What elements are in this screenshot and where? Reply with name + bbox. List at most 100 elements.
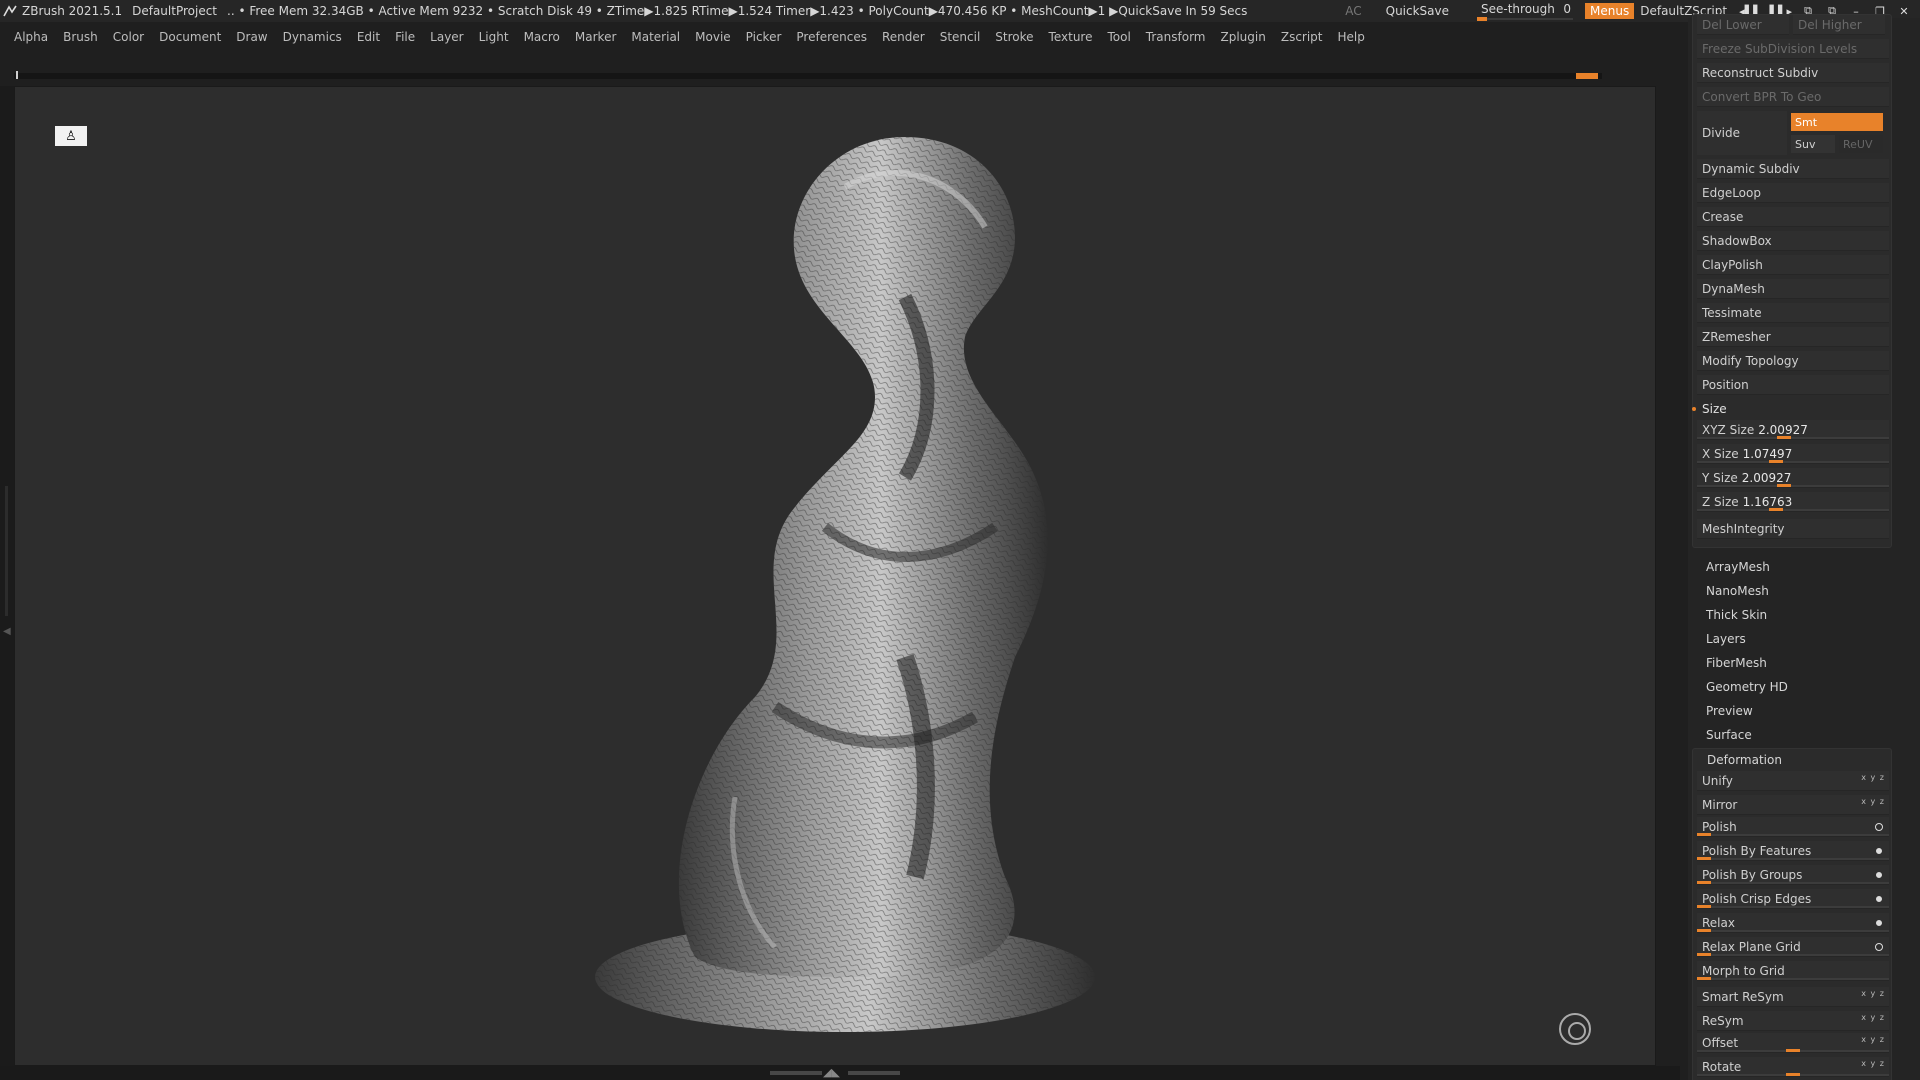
menu-document[interactable]: Document xyxy=(159,30,221,44)
freeze-subdivision-button[interactable]: Freeze SubDivision Levels xyxy=(1697,39,1889,59)
smart-resym-axis-flags[interactable]: x y z xyxy=(1861,989,1885,998)
x-size-slider[interactable]: X Size 1.07497 xyxy=(1697,444,1889,464)
bottom-tray-grip-left[interactable] xyxy=(770,1071,822,1075)
rotate-axis-flags[interactable]: x y z xyxy=(1861,1059,1885,1068)
polish-by-features-slider[interactable]: Polish By Features xyxy=(1697,841,1889,861)
polish-by-features-dot-icon[interactable] xyxy=(1876,848,1882,854)
rotate-slider[interactable]: Rotate x y z xyxy=(1697,1057,1889,1077)
relax-dot-icon[interactable] xyxy=(1876,920,1882,926)
polish-by-groups-slider[interactable]: Polish By Groups xyxy=(1697,865,1889,885)
polish-slider[interactable]: Polish xyxy=(1697,817,1889,837)
menu-draw[interactable]: Draw xyxy=(236,30,267,44)
smart-resym-button[interactable]: Smart ReSym x y z xyxy=(1697,987,1889,1007)
polish-by-groups-dot-icon[interactable] xyxy=(1876,872,1882,878)
divide-button[interactable]: Divide xyxy=(1697,111,1787,155)
timeline-cursor[interactable] xyxy=(16,71,18,79)
subpalette-deformation[interactable]: Deformation xyxy=(1707,753,1782,767)
subpalette-nanomesh[interactable]: NanoMesh xyxy=(1706,584,1769,598)
close-icon[interactable]: ✕ xyxy=(1896,5,1912,18)
timeline-marker[interactable] xyxy=(1576,73,1598,79)
menu-macro[interactable]: Macro xyxy=(524,30,560,44)
del-higher-button[interactable]: Del Higher xyxy=(1793,15,1885,35)
crease-button[interactable]: Crease xyxy=(1697,207,1889,227)
tessimate-button[interactable]: Tessimate xyxy=(1697,303,1889,323)
polish-by-groups-knob[interactable] xyxy=(1697,881,1711,884)
menu-zplugin[interactable]: Zplugin xyxy=(1221,30,1266,44)
z-size-slider[interactable]: Z Size 1.16763 xyxy=(1697,492,1889,512)
subpalette-arraymesh[interactable]: ArrayMesh xyxy=(1706,560,1770,574)
sculpt-model[interactable] xyxy=(575,97,1115,1057)
menu-layer[interactable]: Layer xyxy=(430,30,463,44)
menu-picker[interactable]: Picker xyxy=(746,30,782,44)
relax-knob[interactable] xyxy=(1697,929,1711,932)
unify-button[interactable]: Unify x y z xyxy=(1697,771,1889,791)
bottom-tray-edge[interactable]: ◢◣ xyxy=(0,1066,1680,1080)
see-through-slider[interactable]: See-through 0 xyxy=(1475,0,1575,22)
polish-circle-icon[interactable] xyxy=(1875,823,1883,831)
dynamic-subdiv-button[interactable]: Dynamic Subdiv xyxy=(1697,159,1889,179)
zremesher-button[interactable]: ZRemesher xyxy=(1697,327,1889,347)
dynamesh-button[interactable]: DynaMesh xyxy=(1697,279,1889,299)
relax-slider[interactable]: Relax xyxy=(1697,913,1889,933)
menu-render[interactable]: Render xyxy=(882,30,925,44)
smt-toggle[interactable]: Smt xyxy=(1791,113,1883,131)
relax-plane-grid-slider[interactable]: Relax Plane Grid xyxy=(1697,937,1889,957)
menu-marker[interactable]: Marker xyxy=(575,30,616,44)
menu-help[interactable]: Help xyxy=(1338,30,1365,44)
quicksave-button[interactable]: QuickSave xyxy=(1386,4,1449,18)
menus-toggle-button[interactable]: Menus xyxy=(1585,3,1635,19)
x-size-knob[interactable] xyxy=(1769,460,1783,463)
menu-color[interactable]: Color xyxy=(113,30,144,44)
offset-axis-flags[interactable]: x y z xyxy=(1861,1035,1885,1044)
polish-crisp-edges-dot-icon[interactable] xyxy=(1876,896,1882,902)
menu-light[interactable]: Light xyxy=(479,30,509,44)
reuv-toggle[interactable]: ReUV xyxy=(1839,135,1883,153)
rotate-knob[interactable] xyxy=(1786,1073,1800,1076)
subpalette-preview[interactable]: Preview xyxy=(1706,704,1753,718)
z-size-knob[interactable] xyxy=(1769,508,1783,511)
y-size-slider[interactable]: Y Size 2.00927 xyxy=(1697,468,1889,488)
xyz-size-knob[interactable] xyxy=(1777,436,1791,439)
menu-dynamics[interactable]: Dynamics xyxy=(283,30,342,44)
timeline-track[interactable] xyxy=(14,71,1602,79)
offset-slider[interactable]: Offset x y z xyxy=(1697,1033,1889,1053)
mirror-button[interactable]: Mirror x y z xyxy=(1697,795,1889,815)
claypolish-button[interactable]: ClayPolish xyxy=(1697,255,1889,275)
menu-material[interactable]: Material xyxy=(631,30,680,44)
menu-movie[interactable]: Movie xyxy=(695,30,731,44)
left-tray-grip[interactable] xyxy=(5,486,8,616)
mesh-integrity-button[interactable]: MeshIntegrity xyxy=(1697,519,1889,539)
y-size-knob[interactable] xyxy=(1777,484,1791,487)
subpalette-thick-skin[interactable]: Thick Skin xyxy=(1706,608,1767,622)
menu-zscript[interactable]: Zscript xyxy=(1281,30,1323,44)
menu-alpha[interactable]: Alpha xyxy=(14,30,48,44)
ac-button[interactable]: AC xyxy=(1345,4,1361,18)
relax-plane-grid-circle-icon[interactable] xyxy=(1875,943,1883,951)
menu-stroke[interactable]: Stroke xyxy=(995,30,1033,44)
polish-crisp-edges-knob[interactable] xyxy=(1697,905,1711,908)
offset-knob[interactable] xyxy=(1786,1049,1800,1052)
subpalette-geometry-hd[interactable]: Geometry HD xyxy=(1706,680,1788,694)
menu-preferences[interactable]: Preferences xyxy=(796,30,867,44)
menu-tool[interactable]: Tool xyxy=(1107,30,1130,44)
see-through-knob[interactable] xyxy=(1477,17,1488,21)
subpalette-fibermesh[interactable]: FiberMesh xyxy=(1706,656,1767,670)
bottom-tray-grip-right[interactable] xyxy=(848,1071,900,1075)
relax-plane-grid-knob[interactable] xyxy=(1697,953,1711,956)
polish-by-features-knob[interactable] xyxy=(1697,857,1711,860)
menu-file[interactable]: File xyxy=(395,30,415,44)
menu-transform[interactable]: Transform xyxy=(1146,30,1206,44)
reconstruct-subdiv-button[interactable]: Reconstruct Subdiv xyxy=(1697,63,1889,83)
polish-crisp-edges-slider[interactable]: Polish Crisp Edges xyxy=(1697,889,1889,909)
xyz-size-slider[interactable]: XYZ Size 2.00927 xyxy=(1697,420,1889,440)
polish-knob[interactable] xyxy=(1697,833,1711,836)
unify-axis-flags[interactable]: x y z xyxy=(1861,773,1885,782)
modify-topology-button[interactable]: Modify Topology xyxy=(1697,351,1889,371)
menu-brush[interactable]: Brush xyxy=(63,30,98,44)
suv-toggle[interactable]: Suv xyxy=(1791,135,1835,153)
project-name[interactable]: DefaultProject xyxy=(132,4,217,18)
subpalette-surface[interactable]: Surface xyxy=(1706,728,1752,742)
shadowbox-button[interactable]: ShadowBox xyxy=(1697,231,1889,251)
convert-bpr-button[interactable]: Convert BPR To Geo xyxy=(1697,87,1889,107)
resym-axis-flags[interactable]: x y z xyxy=(1861,1013,1885,1022)
